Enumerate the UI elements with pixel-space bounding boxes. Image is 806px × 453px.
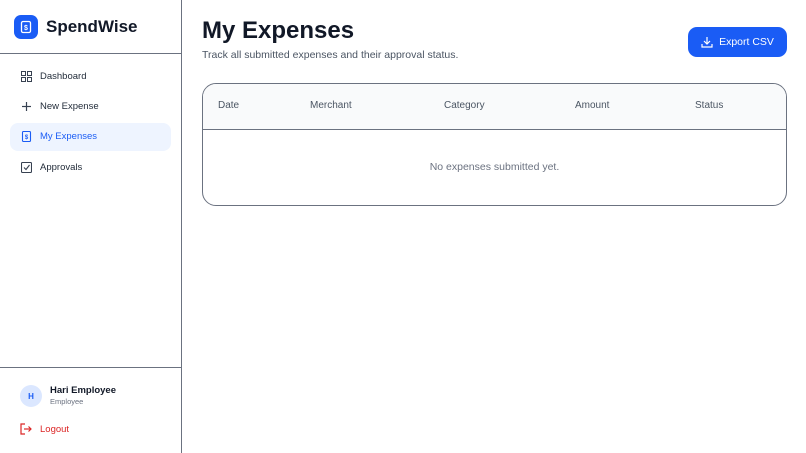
column-header-status: Status [695, 100, 724, 111]
download-icon [701, 36, 713, 48]
sidebar-item-label: Approvals [40, 161, 83, 173]
receipt-dollar-icon: $ [14, 14, 38, 39]
sidebar-nav: Dashboard New Expense $ My Expenses Appr… [0, 54, 181, 181]
empty-state-message: No expenses submitted yet. [429, 161, 560, 173]
logout-label: Logout [40, 423, 70, 435]
column-header-date: Date [218, 100, 240, 111]
svg-text:$: $ [24, 135, 28, 141]
avatar: H [20, 385, 42, 407]
sidebar-item-dashboard[interactable]: Dashboard [10, 62, 171, 90]
expenses-table: Date Merchant Category Amount Status No … [202, 83, 787, 206]
sidebar-footer: H Hari Employee Employee Logout [0, 367, 181, 453]
brand[interactable]: $ SpendWise [0, 0, 181, 54]
plus-icon [20, 100, 32, 112]
user-profile: H Hari Employee Employee [20, 385, 116, 407]
checkbox-icon [20, 161, 32, 173]
grid-icon [20, 70, 32, 82]
sidebar-item-label: My Expenses [40, 131, 98, 143]
svg-text:$: $ [24, 25, 28, 32]
column-header-category: Category [444, 100, 485, 111]
export-csv-label: Export CSV [719, 36, 774, 48]
sidebar-item-new-expense[interactable]: New Expense [10, 92, 171, 120]
sidebar-item-label: Dashboard [40, 70, 87, 82]
logout-button[interactable]: Logout [20, 423, 69, 435]
brand-name: SpendWise [46, 16, 138, 36]
sidebar-item-approvals[interactable]: Approvals [10, 153, 171, 181]
sidebar-item-label: New Expense [40, 100, 99, 112]
user-name: Hari Employee [50, 385, 116, 396]
receipt-icon: $ [20, 131, 32, 143]
column-header-merchant: Merchant [310, 100, 352, 111]
table-header: Date Merchant Category Amount Status [203, 84, 786, 130]
column-header-amount: Amount [575, 100, 610, 111]
page-title: My Expenses [202, 17, 355, 44]
sidebar-item-my-expenses[interactable]: $ My Expenses [10, 122, 171, 151]
user-role: Employee [50, 397, 84, 406]
logout-icon [20, 423, 32, 435]
export-csv-button[interactable]: Export CSV [688, 27, 787, 57]
sidebar: $ SpendWise Dashboard New Expense $ My E… [0, 0, 182, 453]
page-subtitle: Track all submitted expenses and their a… [202, 49, 459, 61]
